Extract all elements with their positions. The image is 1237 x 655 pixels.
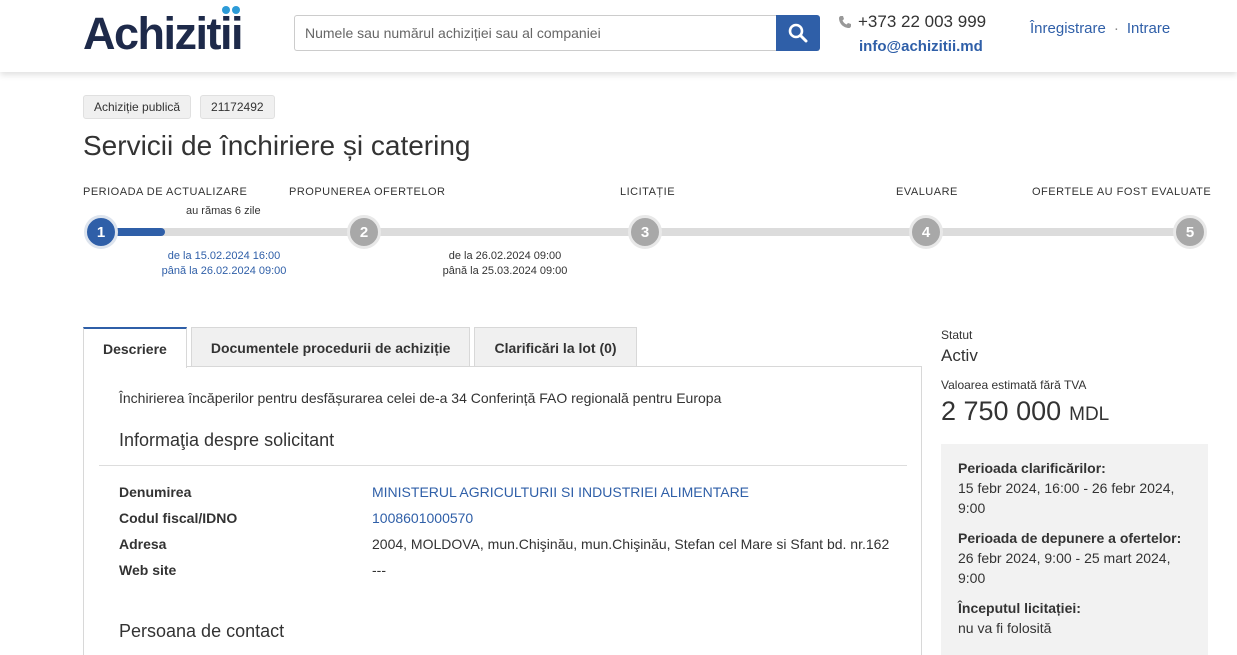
info-text: nu va fi folosită <box>958 620 1052 636</box>
tab-bar: Descriere Documentele procedurii de achi… <box>83 327 637 368</box>
period-2-to: până la 25.03.2024 09:00 <box>442 265 568 277</box>
step-circle-1: 1 <box>84 215 118 249</box>
step-label-2: PROPUNEREA OFERTELOR <box>289 186 446 198</box>
remaining-time: au rămas 6 zile <box>186 205 261 217</box>
fiscal-code-link[interactable]: 1008601000570 <box>372 510 473 526</box>
step-circle-4: 4 <box>909 215 943 249</box>
row-key: Web site <box>119 562 177 578</box>
applicant-row-address: Adresa 2004, MOLDOVA, mun.Chişinău, mun.… <box>119 536 909 552</box>
step-circle-5: 5 <box>1173 215 1207 249</box>
applicant-row-name: Denumirea MINISTERUL AGRICULTURII SI IND… <box>119 484 909 500</box>
tab-description[interactable]: Descriere <box>83 327 187 368</box>
period-1-from: de la 15.02.2024 16:00 <box>167 250 281 262</box>
info-submission-period: Perioada de depunere a ofertelor: 26 feb… <box>958 528 1191 588</box>
applicant-name-link[interactable]: MINISTERUL AGRICULTURII SI INDUSTRIEI AL… <box>372 484 749 500</box>
site-logo[interactable]: Achizitii <box>83 8 244 60</box>
description-panel: Închirierea încăperilor pentru desfășura… <box>83 366 922 655</box>
procurement-tags: Achiziție publică 21172492 <box>83 95 275 119</box>
period-1-to: până la 26.02.2024 09:00 <box>161 265 287 277</box>
info-clarification-period: Perioada clarificărilor: 15 febr 2024, 1… <box>958 458 1191 518</box>
search-bar <box>294 15 820 51</box>
procurement-stepper: PERIOADA DE ACTUALIZARE PROPUNEREA OFERT… <box>0 180 1237 290</box>
tag-procurement-type: Achiziție publică <box>83 95 192 119</box>
row-key: Adresa <box>119 536 167 552</box>
estimated-value-label: Valoarea estimată fără TVA <box>941 378 1087 392</box>
info-text: 15 febr 2024, 16:00 - 26 febr 2024, 9:00 <box>958 480 1175 516</box>
estimated-value: 2 750 000 MDL <box>941 396 1109 427</box>
estimated-value-currency: MDL <box>1069 404 1110 425</box>
period-1-dates: de la 15.02.2024 16:00 până la 26.02.202… <box>155 249 293 279</box>
row-value: --- <box>372 562 386 578</box>
phone-number: +373 22 003 999 <box>858 12 987 31</box>
period-2-dates: de la 26.02.2024 09:00 până la 25.03.202… <box>436 249 574 279</box>
status-label: Statut <box>941 328 973 342</box>
search-button[interactable] <box>776 15 820 51</box>
tab-clarifications[interactable]: Clarificări la lot (0) <box>474 327 637 367</box>
login-link[interactable]: Intrare <box>1127 20 1170 37</box>
status-value: Activ <box>941 346 978 365</box>
applicant-section-title: Informaţia despre solicitant <box>119 430 335 450</box>
contact-section-title: Persoana de contact <box>119 621 285 641</box>
step-label-4: EVALUARE <box>896 186 958 198</box>
site-header: Achizitii +373 22 003 999 info@achizitii… <box>0 0 1237 72</box>
step-circle-2: 2 <box>347 215 381 249</box>
period-2-from: de la 26.02.2024 09:00 <box>448 250 562 262</box>
register-link[interactable]: Înregistrare <box>1030 20 1106 37</box>
step-label-1: PERIOADA DE ACTUALIZARE <box>83 186 248 198</box>
phone-contact: +373 22 003 999 <box>838 12 986 32</box>
applicant-row-fiscal-code: Codul fiscal/IDNO 1008601000570 <box>119 510 909 526</box>
row-key: Codul fiscal/IDNO <box>119 510 238 526</box>
row-key: Denumirea <box>119 484 192 500</box>
row-value: 2004, MOLDOVA, mun.Chişinău, mun.Chişină… <box>372 536 890 552</box>
info-heading: Perioada de depunere a ofertelor: <box>958 530 1182 546</box>
auth-separator: · <box>1113 20 1119 37</box>
info-text: 26 febr 2024, 9:00 - 25 mart 2024, 9:00 <box>958 550 1171 586</box>
search-icon <box>788 23 808 43</box>
step-label-5: OFERTELE AU FOST EVALUATE <box>1032 186 1212 198</box>
tag-procurement-id: 21172492 <box>200 95 275 119</box>
search-input[interactable] <box>294 15 776 51</box>
auth-links: Înregistrare · Intrare <box>1030 20 1170 37</box>
info-heading: Începutul licitației: <box>958 600 1081 616</box>
timeline-info-box: Perioada clarificărilor: 15 febr 2024, 1… <box>941 444 1208 655</box>
info-heading: Perioada clarificărilor: <box>958 460 1106 476</box>
estimated-value-amount: 2 750 000 <box>941 396 1062 426</box>
applicant-row-website: Web site --- <box>119 562 909 578</box>
step-label-3: LICITAȚIE <box>620 186 676 198</box>
step-circle-3: 3 <box>628 215 662 249</box>
procurement-description: Închirierea încăperilor pentru desfășura… <box>119 390 722 406</box>
tab-documents[interactable]: Documentele procedurii de achiziție <box>190 327 471 367</box>
phone-icon <box>839 16 851 28</box>
info-auction-start: Începutul licitației: nu va fi folosită <box>958 598 1191 638</box>
page-title: Servicii de închiriere și catering <box>83 130 471 161</box>
section-divider <box>99 465 907 466</box>
email-link[interactable]: info@achizitii.md <box>859 38 983 55</box>
